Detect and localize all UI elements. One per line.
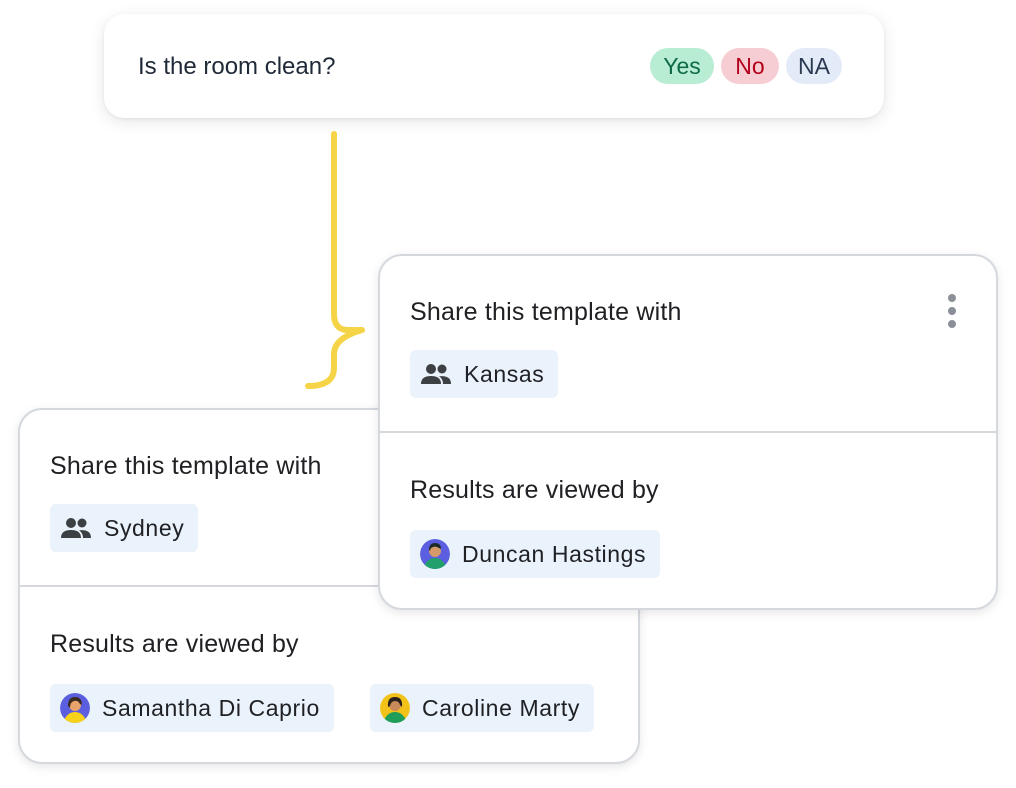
chip-label: Caroline Marty: [422, 694, 580, 721]
divider: [380, 431, 996, 433]
question-text: Is the room clean?: [138, 53, 336, 80]
chip-label: Kansas: [464, 360, 545, 387]
location-chip-kansas[interactable]: Kansas: [410, 350, 559, 398]
chip-label: Sydney: [104, 514, 185, 541]
avatar-icon: [380, 693, 410, 723]
share-title: Share this template with: [50, 452, 322, 480]
answer-options: Yes No NA: [650, 48, 842, 84]
share-card-kansas: Share this template with Kansas Results …: [378, 254, 998, 610]
avatar-icon: [420, 539, 450, 569]
location-chip-sydney[interactable]: Sydney: [50, 504, 199, 552]
viewer-chip-caroline[interactable]: Caroline Marty: [370, 684, 594, 732]
viewer-chip-samantha[interactable]: Samantha Di Caprio: [50, 684, 334, 732]
more-vertical-icon[interactable]: [946, 294, 958, 328]
share-title: Share this template with: [410, 298, 682, 326]
chip-label: Samantha Di Caprio: [102, 694, 320, 721]
answer-yes-button[interactable]: Yes: [650, 48, 714, 84]
group-icon: [61, 518, 91, 538]
viewer-chip-duncan[interactable]: Duncan Hastings: [410, 530, 661, 578]
answer-na-button[interactable]: NA: [786, 48, 842, 84]
answer-no-button[interactable]: No: [721, 48, 779, 84]
chip-label: Duncan Hastings: [462, 540, 647, 567]
results-title: Results are viewed by: [50, 630, 299, 658]
branch-connector: [305, 131, 365, 389]
avatar-icon: [60, 693, 90, 723]
group-icon: [421, 364, 451, 384]
question-card: Is the room clean? Yes No NA: [104, 14, 884, 118]
results-title: Results are viewed by: [410, 476, 659, 504]
